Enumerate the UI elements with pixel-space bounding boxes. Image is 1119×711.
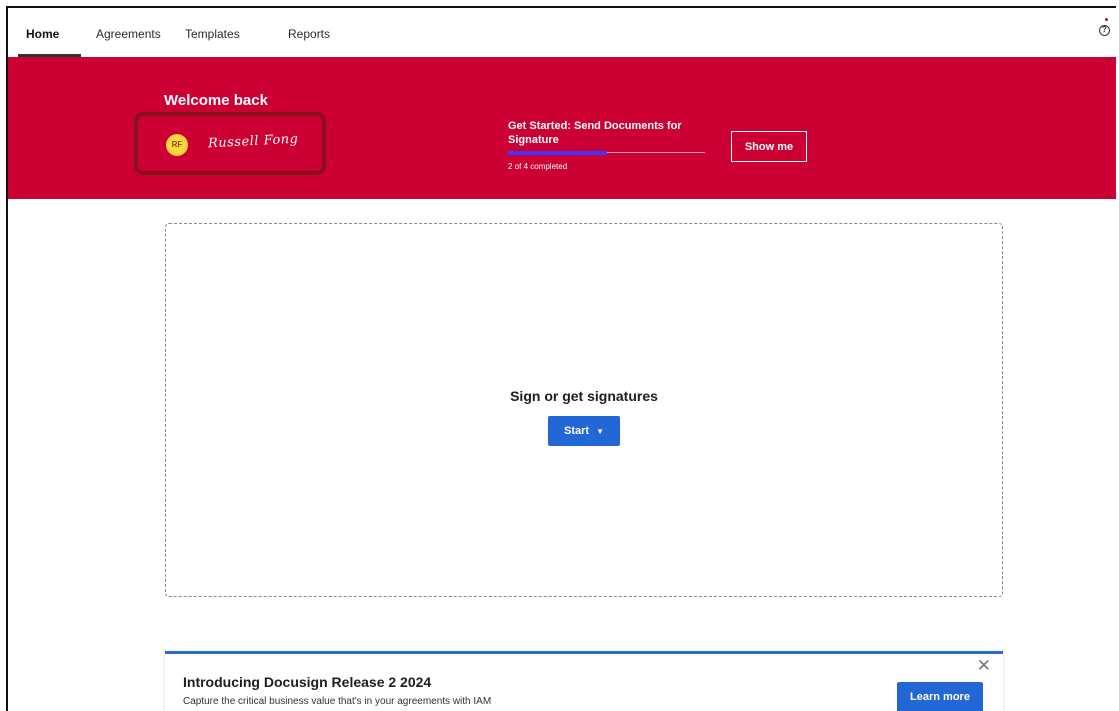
tab-reports[interactable]: Reports: [288, 27, 330, 41]
release-card: Introducing Docusign Release 2 2024 Capt…: [165, 651, 1003, 711]
chevron-down-icon: ▼: [596, 427, 604, 436]
tab-agreements[interactable]: Agreements: [96, 27, 161, 41]
start-label: Start: [564, 425, 590, 437]
welcome-heading: Welcome back: [164, 92, 268, 109]
help-icon[interactable]: ?: [1099, 25, 1110, 36]
notification-dot: [1105, 18, 1108, 21]
sign-title: Sign or get signatures: [510, 388, 658, 404]
start-button[interactable]: Start ▼: [548, 416, 620, 446]
release-subtitle: Capture the critical business value that…: [183, 696, 492, 707]
top-nav: Home Agreements Templates Reports ?: [8, 8, 1116, 57]
get-started-title: Get Started: Send Documents for Signatur…: [508, 120, 682, 146]
document-drop-zone[interactable]: Sign or get signatures Start ▼: [165, 223, 1003, 597]
release-title: Introducing Docusign Release 2 2024: [183, 674, 432, 690]
show-me-button[interactable]: Show me: [731, 131, 807, 162]
avatar[interactable]: RF: [166, 134, 188, 156]
tab-home[interactable]: Home: [26, 27, 59, 41]
app-window: Home Agreements Templates Reports ? Welc…: [6, 6, 1116, 711]
close-icon[interactable]: ✕: [977, 656, 991, 676]
tab-templates[interactable]: Templates: [185, 27, 240, 41]
learn-more-button[interactable]: Learn more: [897, 682, 983, 711]
progress-fill: [508, 151, 607, 155]
welcome-banner: Welcome back RF Russell Fong Get Started…: [8, 57, 1116, 199]
progress-status: 2 of 4 completed: [508, 162, 568, 171]
